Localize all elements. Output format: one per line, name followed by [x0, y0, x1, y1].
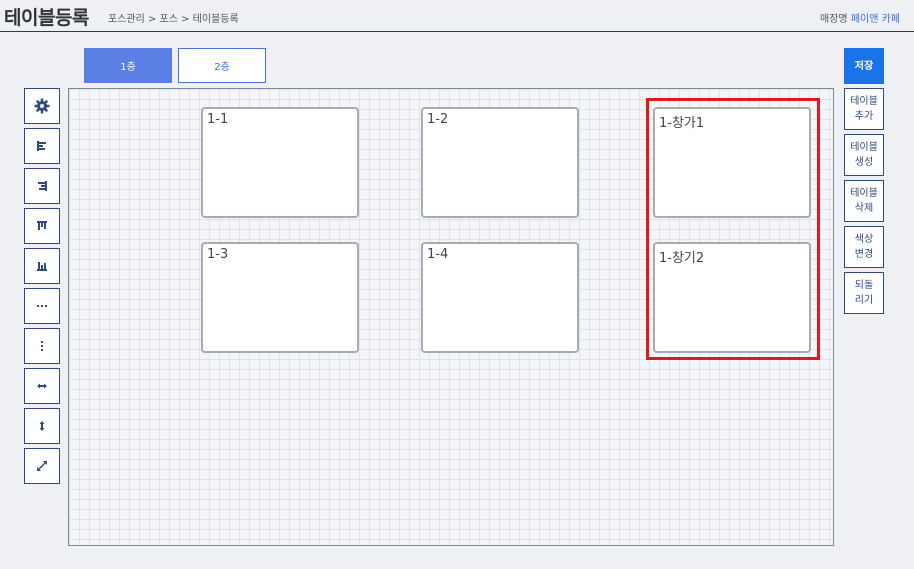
- table-1-3[interactable]: 1-3: [201, 242, 359, 353]
- change-color-button[interactable]: 색상 변경: [844, 226, 884, 268]
- button-label-line: 테이블: [850, 96, 878, 107]
- button-label-line: 추가: [854, 111, 874, 122]
- tab-floor-1[interactable]: 1층: [84, 48, 172, 83]
- add-table-button[interactable]: 테이블 추가: [844, 88, 884, 130]
- page-title: 테이블등록: [4, 7, 89, 29]
- button-label-line: 테이블: [850, 188, 878, 199]
- align-bottom-button[interactable]: [24, 248, 60, 284]
- store-info: 매장명 페이앤 카페: [820, 10, 900, 25]
- store-label: 매장명: [820, 14, 848, 25]
- undo-button[interactable]: 되돌 리기: [844, 272, 884, 314]
- settings-button[interactable]: [24, 88, 60, 124]
- table-layout-canvas[interactable]: 1-1 1-2 1-창가1 1-3 1-4 1-창기2: [68, 88, 834, 546]
- distribute-horizontal-icon: [37, 305, 47, 307]
- equal-height-icon: [39, 421, 45, 431]
- button-label-line: 테이블: [850, 142, 878, 153]
- button-label-line: 변경: [854, 249, 874, 260]
- align-left-icon: [37, 141, 46, 151]
- button-label-line: 되돌: [854, 280, 874, 291]
- distribute-vertical-button[interactable]: [24, 328, 60, 364]
- create-table-button[interactable]: 테이블 생성: [844, 134, 884, 176]
- page-header: 테이블등록 포스관리 > 포스 > 테이블등록 매장명 페이앤 카페: [0, 0, 914, 32]
- layout-toolbar: [24, 88, 60, 488]
- table-label: 1-4: [427, 247, 449, 262]
- tab-floor-2[interactable]: 2층: [178, 48, 266, 83]
- button-label-line: 생성: [854, 157, 874, 168]
- table-1-1[interactable]: 1-1: [201, 107, 359, 218]
- equal-width-icon: [37, 383, 47, 389]
- align-top-button[interactable]: [24, 208, 60, 244]
- gear-icon: [34, 98, 50, 114]
- table-label: 1-1: [207, 112, 229, 127]
- store-name: 페이앤 카페: [850, 14, 900, 25]
- distribute-horizontal-button[interactable]: [24, 288, 60, 324]
- align-bottom-icon: [37, 262, 47, 271]
- equal-height-button[interactable]: [24, 408, 60, 444]
- align-right-icon: [38, 181, 47, 191]
- align-left-button[interactable]: [24, 128, 60, 164]
- resize-icon: [37, 461, 47, 471]
- button-label-line: 삭제: [854, 203, 874, 214]
- table-1-2[interactable]: 1-2: [421, 107, 579, 218]
- save-button[interactable]: 저장: [844, 48, 884, 84]
- table-label: 1-2: [427, 112, 449, 127]
- button-label-line: 리기: [854, 295, 874, 306]
- button-label-line: 색상: [854, 234, 874, 245]
- delete-table-button[interactable]: 테이블 삭제: [844, 180, 884, 222]
- table-1-4[interactable]: 1-4: [421, 242, 579, 353]
- table-label: 1-창기2: [659, 251, 705, 266]
- resize-button[interactable]: [24, 448, 60, 484]
- table-label: 1-3: [207, 247, 229, 262]
- align-right-button[interactable]: [24, 168, 60, 204]
- table-label: 1-창가1: [659, 116, 705, 131]
- distribute-vertical-icon: [41, 341, 43, 351]
- breadcrumb: 포스관리 > 포스 > 테이블등록: [108, 14, 239, 25]
- table-1-window-1[interactable]: 1-창가1: [653, 107, 811, 218]
- action-toolbar: 저장 테이블 추가 테이블 생성 테이블 삭제 색상 변경 되돌 리기: [844, 48, 884, 318]
- align-top-icon: [37, 221, 47, 230]
- equal-width-button[interactable]: [24, 368, 60, 404]
- table-1-window-2[interactable]: 1-창기2: [653, 242, 811, 353]
